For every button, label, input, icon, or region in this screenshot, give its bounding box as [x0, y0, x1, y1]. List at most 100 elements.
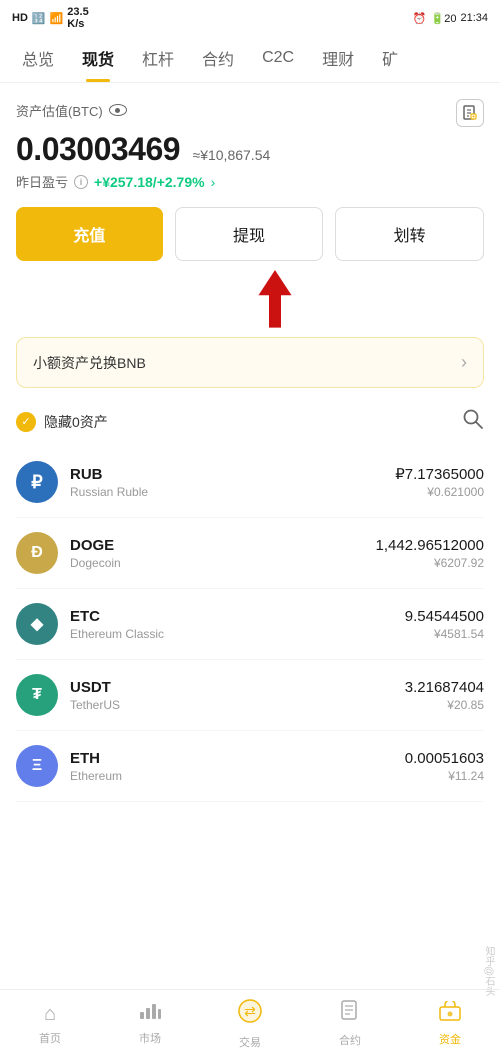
trade-icon: ⇄ — [237, 998, 263, 1030]
usdt-name: TetherUS — [70, 698, 393, 712]
assets-icon — [439, 1001, 461, 1027]
doge-info: DOGE Dogecoin — [70, 537, 364, 570]
bnb-banner-text: 小额资产兑换BNB — [33, 353, 146, 373]
nav-trade[interactable]: ⇄ 交易 — [200, 990, 300, 1056]
rub-info: RUB Russian Ruble — [70, 466, 383, 499]
eth-info: ETH Ethereum — [70, 750, 393, 783]
filter-left: ✓ 隐藏0资产 — [16, 412, 108, 432]
asset-item-doge[interactable]: Ð DOGE Dogecoin 1,442.96512000 ¥6207.92 — [16, 518, 484, 589]
asset-item-eth[interactable]: Ξ ETH Ethereum 0.00051603 ¥11.24 — [16, 731, 484, 802]
asset-btc-value: 0.03003469 ≈¥10,867.54 — [16, 131, 270, 168]
nav-trade-label: 交易 — [239, 1034, 261, 1050]
doge-name: Dogecoin — [70, 556, 364, 570]
info-icon: i — [74, 175, 88, 189]
contracts-icon — [340, 1000, 360, 1028]
nav-assets[interactable]: 资金 — [400, 990, 500, 1056]
nav-market[interactable]: 市场 — [100, 990, 200, 1056]
asset-header-row: 资产估值(BTC) — [16, 99, 484, 127]
tab-c2c[interactable]: C2C — [248, 37, 308, 79]
status-signal: 🔢 — [32, 12, 46, 25]
watermark: 知乎@石头 — [481, 946, 496, 996]
doge-amount: 1,442.96512000 — [376, 537, 484, 554]
eth-name: Ethereum — [70, 769, 393, 783]
deposit-button[interactable]: 充值 — [16, 207, 163, 261]
profit-row: 昨日盈亏 i +¥257.18/+2.79% › — [16, 172, 484, 191]
asset-item-usdt[interactable]: ₮ USDT TetherUS 3.21687404 ¥20.85 — [16, 660, 484, 731]
rub-balance: ₽7.17365000 ¥0.621000 — [395, 465, 484, 499]
btc-amount: 0.03003469 — [16, 131, 180, 167]
withdraw-button[interactable]: 提现 — [175, 207, 324, 261]
asset-item-etc[interactable]: ◆ ETC Ethereum Classic 9.54544500 ¥4581.… — [16, 589, 484, 660]
nav-contracts[interactable]: 合约 — [300, 990, 400, 1056]
profit-value: +¥257.18/+2.79% — [94, 174, 205, 190]
filter-label: 隐藏0资产 — [44, 412, 108, 432]
main-content: 资产估值(BTC) 0.03003469 ≈¥10,867.54 昨日盈亏 i … — [0, 83, 500, 818]
eth-icon: Ξ — [16, 745, 58, 787]
tab-leverage[interactable]: 杠杆 — [128, 34, 188, 82]
cny-approx: ≈¥10,867.54 — [193, 147, 271, 163]
rub-amount: ₽7.17365000 — [395, 465, 484, 483]
nav-home[interactable]: ⌂ 首页 — [0, 990, 100, 1056]
tab-finance[interactable]: 理财 — [308, 34, 368, 82]
tab-contract[interactable]: 合约 — [188, 34, 248, 82]
etc-info: ETC Ethereum Classic — [70, 608, 393, 641]
eye-icon[interactable] — [109, 104, 127, 116]
rub-icon: ₽ — [16, 461, 58, 503]
eth-amount: 0.00051603 — [405, 750, 484, 767]
etc-amount: 9.54544500 — [405, 608, 484, 625]
hide-zero-check[interactable]: ✓ — [16, 412, 36, 432]
etc-cny: ¥4581.54 — [405, 627, 484, 641]
tab-overview[interactable]: 总览 — [8, 34, 68, 82]
status-hd: HD — [12, 12, 28, 24]
status-time: 21:34 — [460, 12, 488, 24]
nav-market-label: 市场 — [139, 1030, 161, 1046]
doge-balance: 1,442.96512000 ¥6207.92 — [376, 537, 484, 570]
asset-item-rub[interactable]: ₽ RUB Russian Ruble ₽7.17365000 ¥0.62100… — [16, 447, 484, 518]
eth-balance: 0.00051603 ¥11.24 — [405, 750, 484, 783]
etc-name: Ethereum Classic — [70, 627, 393, 641]
status-right: ⏰ 🔋20 21:34 — [413, 12, 488, 25]
asset-label: 资产估值(BTC) — [16, 101, 127, 120]
profit-label: 昨日盈亏 — [16, 172, 68, 191]
nav-assets-label: 资金 — [439, 1031, 461, 1047]
etc-symbol: ETC — [70, 608, 393, 625]
nav-tabs: 总览 现货 杠杆 合约 C2C 理财 矿 — [0, 34, 500, 83]
transfer-button[interactable]: 划转 — [335, 207, 484, 261]
usdt-icon: ₮ — [16, 674, 58, 716]
arrow-up-icon — [250, 269, 300, 329]
status-wifi: 📶 — [50, 12, 64, 25]
status-alarm: ⏰ — [413, 12, 427, 25]
usdt-symbol: USDT — [70, 679, 393, 696]
statement-icon[interactable] — [456, 99, 484, 127]
filter-row: ✓ 隐藏0资产 — [16, 404, 484, 447]
tab-mining[interactable]: 矿 — [368, 34, 412, 82]
status-speed: 23.5K/s — [67, 6, 88, 30]
asset-label-text: 资产估值(BTC) — [16, 101, 103, 120]
tab-spot[interactable]: 现货 — [68, 34, 128, 82]
status-bar: HD 🔢 📶 23.5K/s ⏰ 🔋20 21:34 — [0, 0, 500, 34]
search-icon[interactable] — [462, 408, 484, 435]
nav-contracts-label: 合约 — [339, 1032, 361, 1048]
svg-text:⇄: ⇄ — [244, 1003, 256, 1019]
market-icon — [139, 1002, 161, 1026]
etc-icon: ◆ — [16, 603, 58, 645]
bottom-nav: ⌂ 首页 市场 ⇄ 交易 — [0, 989, 500, 1056]
rub-symbol: RUB — [70, 466, 383, 483]
bnb-banner[interactable]: 小额资产兑换BNB › — [16, 337, 484, 388]
action-buttons: 充值 提现 划转 — [16, 207, 484, 261]
usdt-amount: 3.21687404 — [405, 679, 484, 696]
rub-cny: ¥0.621000 — [395, 485, 484, 499]
home-icon: ⌂ — [44, 1003, 56, 1026]
asset-value-row: 0.03003469 ≈¥10,867.54 — [16, 131, 484, 168]
usdt-info: USDT TetherUS — [70, 679, 393, 712]
eth-symbol: ETH — [70, 750, 393, 767]
doge-cny: ¥6207.92 — [376, 556, 484, 570]
status-battery: 🔋20 — [431, 12, 457, 25]
nav-home-label: 首页 — [39, 1030, 61, 1046]
etc-balance: 9.54544500 ¥4581.54 — [405, 608, 484, 641]
profit-chevron-icon[interactable]: › — [211, 174, 216, 190]
eth-cny: ¥11.24 — [405, 769, 484, 783]
usdt-cny: ¥20.85 — [405, 698, 484, 712]
rub-name: Russian Ruble — [70, 485, 383, 499]
asset-list: ₽ RUB Russian Ruble ₽7.17365000 ¥0.62100… — [16, 447, 484, 802]
